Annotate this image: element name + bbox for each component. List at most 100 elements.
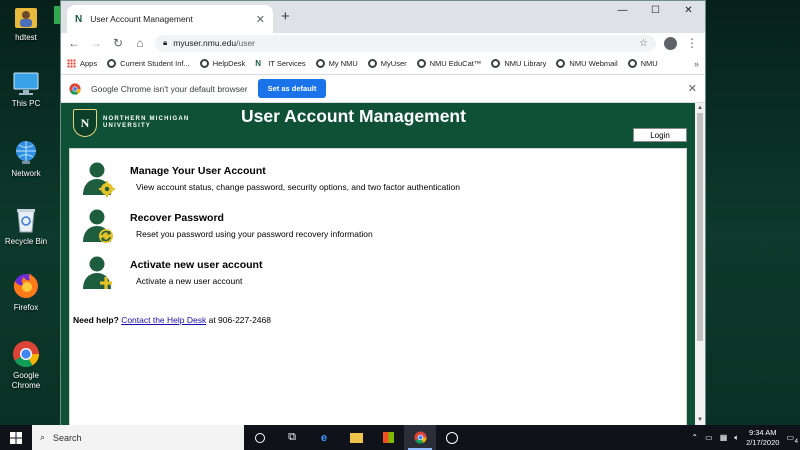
desktop-icon-label: hdtest <box>15 33 37 42</box>
bookmark-it-services[interactable]: N IT Services <box>255 59 305 68</box>
bookmark-nmu-webmail[interactable]: NMU Webmail <box>556 59 618 68</box>
nmu-logo-icon: N <box>255 59 262 68</box>
bookmark-nmu-library[interactable]: NMU Library <box>491 59 546 68</box>
login-button[interactable]: Login <box>633 128 687 142</box>
back-button[interactable]: ← <box>67 36 81 50</box>
taskbar-edge[interactable]: e <box>308 425 340 450</box>
bookmark-myuser[interactable]: MyUser <box>367 59 407 68</box>
forward-button[interactable]: → <box>89 36 103 50</box>
browser-window: N User Account Management ✕ + — ☐ ✕ ← → … <box>60 0 706 425</box>
taskbar-file-explorer[interactable] <box>340 425 372 450</box>
page-viewport: N NORTHERN MICHIGAN UNIVERSITY User Acco… <box>61 103 705 425</box>
mountain-photo-icon <box>446 431 458 444</box>
clock-date: 2/17/2020 <box>746 437 780 447</box>
cortana-button[interactable] <box>244 425 276 450</box>
bookmark-helpdesk[interactable]: HelpDesk <box>199 59 245 68</box>
bookmarks-overflow-button[interactable]: » <box>694 59 699 69</box>
globe-icon <box>627 59 637 68</box>
bookmarks-bar: Apps Current Student Inf... HelpDesk N IT… <box>61 53 705 75</box>
infobar-close-icon[interactable]: ✕ <box>688 82 697 95</box>
bookmark-my-nmu[interactable]: My NMU <box>315 59 358 68</box>
option-title[interactable]: Manage Your User Account <box>130 165 460 177</box>
bookmark-nmu-educat[interactable]: NMU EduCat™ <box>416 59 481 68</box>
desktop-icon-label: Google Chrome <box>11 371 41 390</box>
bookmark-nmu[interactable]: NMU <box>627 59 658 68</box>
apps-grid-icon <box>67 59 76 68</box>
desktop-icon-firefox[interactable]: Firefox <box>0 272 52 313</box>
network-globe-icon <box>16 141 36 164</box>
globe-icon <box>556 59 566 68</box>
option-description: Activate a new user account <box>136 276 243 286</box>
home-button[interactable]: ⌂ <box>133 36 147 50</box>
help-line: Need help? Contact the Help Desk at 906-… <box>73 315 271 325</box>
start-button[interactable] <box>0 425 32 450</box>
default-browser-infobar: Google Chrome isn't your default browser… <box>61 75 705 103</box>
desktop-icon-google-chrome[interactable]: Google Chrome <box>0 340 52 391</box>
notification-count: 4 <box>794 439 798 445</box>
bookmark-apps[interactable]: Apps <box>67 59 97 68</box>
window-controls: — ☐ ✕ <box>606 1 705 19</box>
bookmark-current-student[interactable]: Current Student Inf... <box>107 59 190 68</box>
reload-button[interactable]: ↻ <box>111 36 125 50</box>
globe-icon <box>107 59 117 68</box>
profile-avatar[interactable] <box>664 36 677 50</box>
option-description: Reset you password using your password r… <box>136 229 373 239</box>
help-desk-link[interactable]: Contact the Help Desk <box>121 315 206 325</box>
option-recover-password[interactable]: Recover Password Reset you password usin… <box>82 208 373 244</box>
minimize-button[interactable]: — <box>606 1 639 19</box>
option-activate-account[interactable]: Activate new user account Activate a new… <box>82 255 262 291</box>
close-window-button[interactable]: ✕ <box>672 1 705 19</box>
search-icon: ⌕ <box>40 432 46 442</box>
notifications-icon[interactable]: ▭ 4 <box>786 433 798 445</box>
taskbar-chrome[interactable] <box>404 425 436 450</box>
help-prefix: Need help? <box>73 315 119 325</box>
desktop-icon-network[interactable]: Network <box>0 140 52 179</box>
new-tab-button[interactable]: + <box>281 8 290 25</box>
volume-muted-icon[interactable]: 🔈︎ <box>734 433 739 443</box>
desktop-icon-recycle-bin[interactable]: Recycle Bin <box>0 206 52 247</box>
menu-kebab-icon[interactable]: ⋮ <box>685 36 699 50</box>
option-description: View account status, change password, se… <box>136 182 460 192</box>
address-bar[interactable]: 🔒︎ myuser.nmu.edu/user ☆ <box>155 34 656 52</box>
network-tray-icon[interactable]: ▦ <box>720 433 728 442</box>
firefox-icon <box>13 274 38 298</box>
browser-toolbar: ← → ↻ ⌂ 🔒︎ myuser.nmu.edu/user ☆ ⋮ <box>61 33 705 53</box>
tab-strip: N User Account Management ✕ + — ☐ ✕ <box>61 1 705 33</box>
taskbar-photos[interactable] <box>436 425 468 450</box>
maximize-button[interactable]: ☐ <box>639 1 672 19</box>
scroll-down-arrow-icon[interactable]: ▼ <box>695 415 705 425</box>
store-bag-icon <box>382 432 394 443</box>
chevron-up-icon[interactable]: ⌃ <box>691 433 698 442</box>
infobar-message: Google Chrome isn't your default browser <box>91 83 248 94</box>
option-title[interactable]: Activate new user account <box>130 259 262 271</box>
page-header: N NORTHERN MICHIGAN UNIVERSITY User Acco… <box>61 103 695 145</box>
set-as-default-button[interactable]: Set as default <box>257 79 327 98</box>
user-refresh-icon <box>83 209 113 243</box>
bookmark-star-icon[interactable]: ☆ <box>639 38 648 49</box>
nmu-shield-icon: N <box>73 109 97 137</box>
clock-time: 9:34 AM <box>748 427 777 437</box>
scroll-thumb[interactable] <box>697 113 703 341</box>
taskbar-search-box[interactable]: ⌕ Search <box>32 425 244 450</box>
taskbar-store[interactable] <box>372 425 404 450</box>
system-tray: ⌃ ▭ ▦ 🔈︎ 9:34 AM 2/17/2020 ▭ 4 <box>691 428 800 448</box>
task-view-button[interactable]: ⧉ <box>276 425 308 450</box>
globe-icon <box>416 59 426 68</box>
clock[interactable]: 9:34 AM 2/17/2020 <box>746 428 779 448</box>
battery-icon[interactable]: ▭ <box>705 433 713 442</box>
tab-close-icon[interactable]: ✕ <box>256 13 265 26</box>
desktop-icon-hdtest[interactable]: hdtest <box>0 4 52 43</box>
task-view-icon: ⧉ <box>288 431 296 443</box>
option-title[interactable]: Recover Password <box>130 212 373 224</box>
tab-user-account-management[interactable]: N User Account Management ✕ <box>67 5 273 33</box>
nmu-logo: N NORTHERN MICHIGAN UNIVERSITY <box>73 109 189 137</box>
page-scrollbar[interactable]: ▲ ▼ <box>695 103 705 425</box>
user-folder-icon <box>15 8 37 28</box>
scroll-up-arrow-icon[interactable]: ▲ <box>695 103 705 113</box>
cortana-circle-icon <box>255 432 265 443</box>
help-phone: at 906-227-2468 <box>208 315 271 325</box>
desktop-icon-this-pc[interactable]: This PC <box>0 72 52 109</box>
globe-icon <box>199 59 209 68</box>
option-manage-account[interactable]: Manage Your User Account View account st… <box>82 161 460 197</box>
globe-icon <box>315 59 325 68</box>
